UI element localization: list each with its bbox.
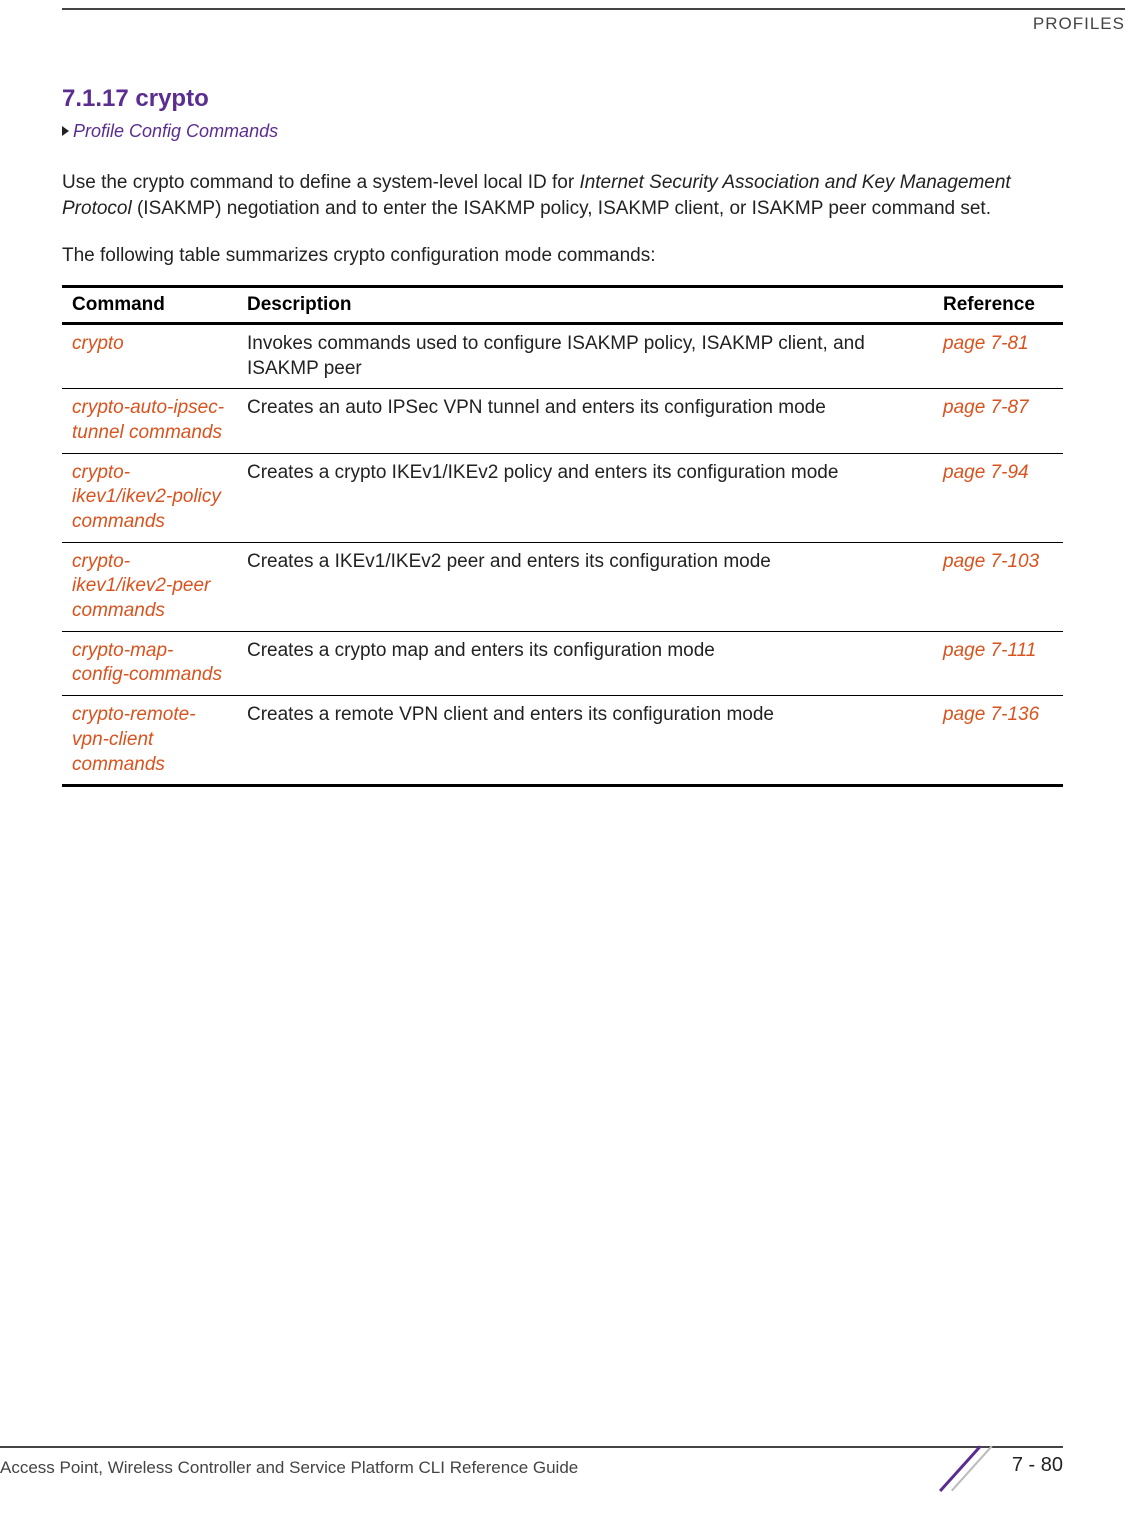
brand-slash-icon <box>939 1446 991 1494</box>
table-row: crypto-map-config-commands Creates a cry… <box>62 631 1063 695</box>
intro-text-2: (ISAKMP) negotiation and to enter the IS… <box>132 198 991 219</box>
table-row: crypto-remote-vpn-client commands Create… <box>62 696 1063 786</box>
command-link[interactable]: crypto-ikev1/ikev2-policy commands <box>72 462 221 532</box>
page-container: PROFILES 7.1.17 crypto Profile Config Co… <box>0 0 1125 1518</box>
commands-table: Command Description Reference crypto Inv… <box>62 285 1063 787</box>
command-link[interactable]: crypto-remote-vpn-client commands <box>72 704 196 774</box>
reference-link[interactable]: page 7-111 <box>943 640 1036 661</box>
content-area: 7.1.17 crypto Profile Config Commands Us… <box>62 85 1063 787</box>
table-header-row: Command Description Reference <box>62 286 1063 323</box>
table-row: crypto-ikev1/ikev2-policy commands Creat… <box>62 453 1063 542</box>
command-link[interactable]: crypto-auto-ipsec-tunnel commands <box>72 397 224 443</box>
table-row: crypto Invokes commands used to configur… <box>62 323 1063 388</box>
command-description: Creates a crypto map and enters its conf… <box>237 631 933 695</box>
arrow-right-icon <box>62 126 69 136</box>
th-reference: Reference <box>933 286 1063 323</box>
command-link[interactable]: crypto-map-config-commands <box>72 640 222 686</box>
footer-rule <box>0 1446 1063 1448</box>
intro-text-1: Use the crypto command to define a syste… <box>62 172 579 193</box>
reference-link[interactable]: page 7-81 <box>943 333 1029 354</box>
command-description: Creates a remote VPN client and enters i… <box>237 696 933 786</box>
reference-link[interactable]: page 7-94 <box>943 462 1029 483</box>
breadcrumb[interactable]: Profile Config Commands <box>62 121 1063 142</box>
footer-guide-title: Access Point, Wireless Controller and Se… <box>0 1458 578 1478</box>
intro-paragraph: Use the crypto command to define a syste… <box>62 170 1063 221</box>
header-section-label: PROFILES <box>1033 14 1125 34</box>
section-heading: 7.1.17 crypto <box>62 85 1063 113</box>
th-command: Command <box>62 286 237 323</box>
reference-link[interactable]: page 7-136 <box>943 704 1039 725</box>
table-lead-paragraph: The following table summarizes crypto co… <box>62 243 1063 269</box>
th-description: Description <box>237 286 933 323</box>
command-description: Invokes commands used to configure ISAKM… <box>237 323 933 388</box>
command-description: Creates a crypto IKEv1/IKEv2 policy and … <box>237 453 933 542</box>
table-row: crypto-ikev1/ikev2-peer commands Creates… <box>62 542 1063 631</box>
footer-page-number: 7 - 80 <box>1012 1454 1063 1477</box>
command-description: Creates a IKEv1/IKEv2 peer and enters it… <box>237 542 933 631</box>
page-footer: Access Point, Wireless Controller and Se… <box>0 1452 1125 1492</box>
command-link[interactable]: crypto-ikev1/ikev2-peer commands <box>72 551 210 621</box>
reference-link[interactable]: page 7-103 <box>943 551 1039 572</box>
header-rule <box>62 8 1125 10</box>
table-row: crypto-auto-ipsec-tunnel commands Create… <box>62 389 1063 453</box>
reference-link[interactable]: page 7-87 <box>943 397 1029 418</box>
command-description: Creates an auto IPSec VPN tunnel and ent… <box>237 389 933 453</box>
breadcrumb-link[interactable]: Profile Config Commands <box>73 121 278 141</box>
command-link[interactable]: crypto <box>72 333 124 354</box>
